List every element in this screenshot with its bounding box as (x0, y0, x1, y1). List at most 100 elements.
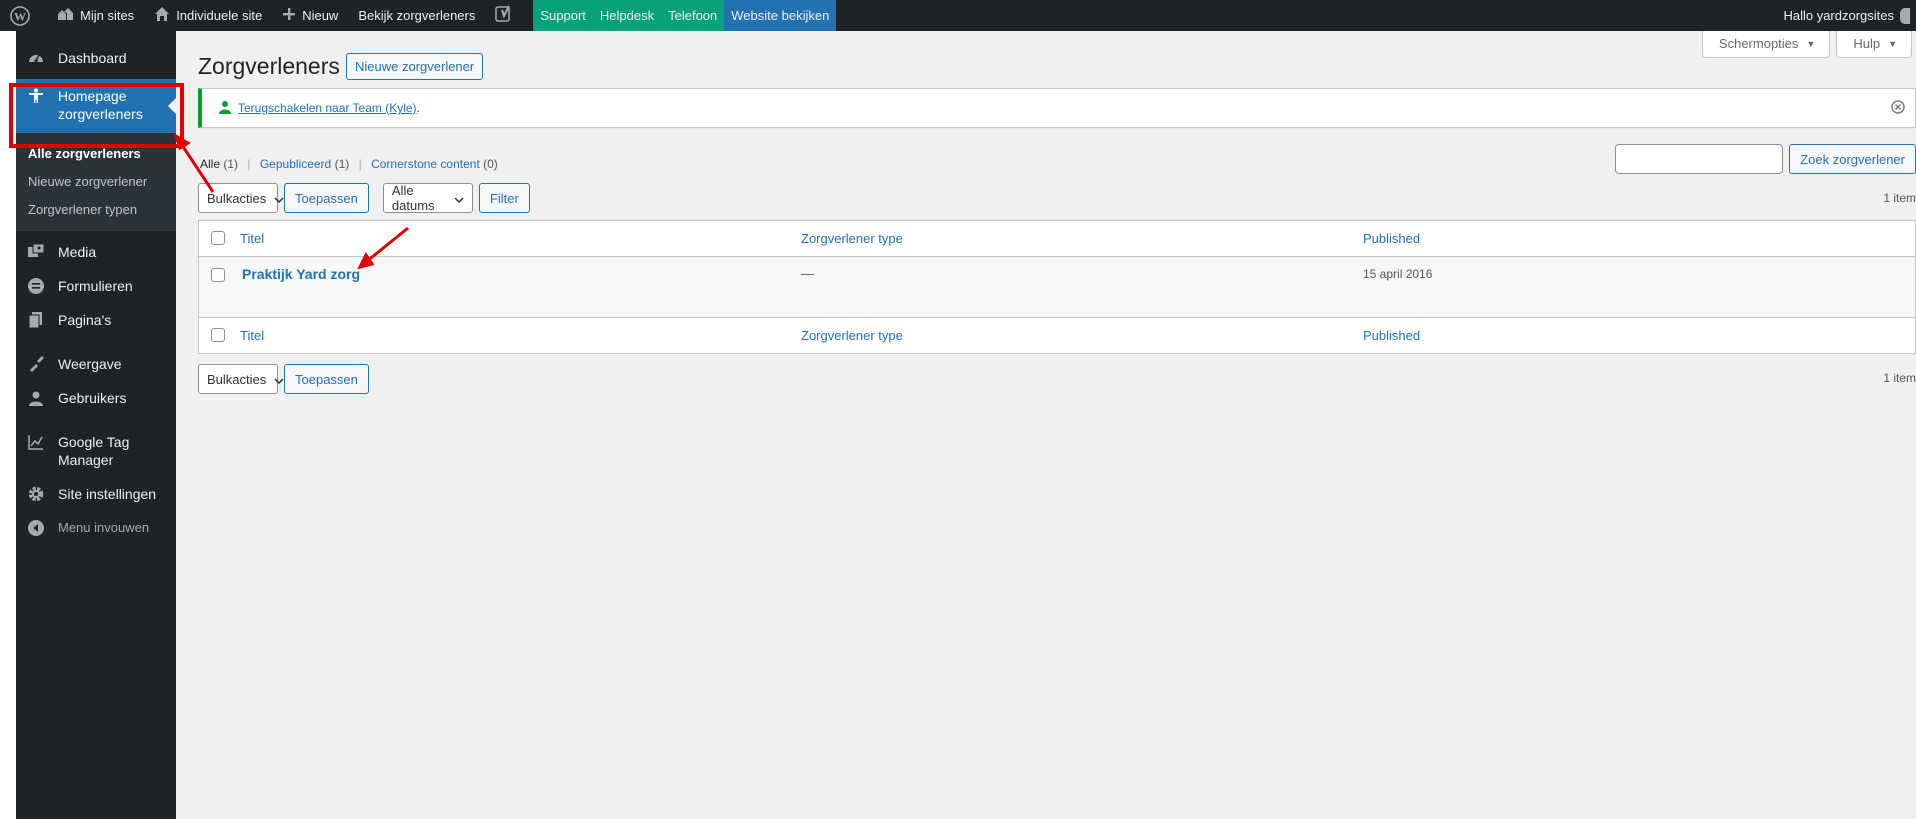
collapse-icon (26, 519, 46, 537)
tablenav-bottom: Bulkacties Toepassen (198, 364, 369, 394)
view-providers-link[interactable]: Bekijk zorgverleners (348, 0, 485, 31)
sidebar-item-forms[interactable]: Formulieren (16, 269, 176, 303)
sidebar-collapse-menu[interactable]: Menu invouwen (16, 511, 176, 545)
items-count-bottom: 1 item (1883, 371, 1916, 385)
sidebar-item-label: Gebruikers (58, 390, 127, 406)
column-title-footer[interactable]: Titel (240, 328, 264, 343)
view-website-link[interactable]: Website bekijken (724, 0, 836, 31)
sidebar-item-dashboard[interactable]: Dashboard (16, 41, 176, 75)
pages-icon (26, 311, 46, 329)
add-new-provider-button[interactable]: Nieuwe zorgverlener (346, 53, 484, 80)
individual-site-menu[interactable]: Individuele site (144, 0, 272, 31)
filter-button[interactable]: Filter (478, 183, 530, 213)
yoast-icon (495, 5, 519, 26)
apply-button-bottom[interactable]: Toepassen (284, 364, 369, 394)
phone-link[interactable]: Telefoon (661, 0, 724, 31)
column-published-header[interactable]: Published (1363, 231, 1420, 246)
chevron-down-icon (274, 191, 284, 206)
table-header-row: Titel Zorgverlener type Published (199, 221, 1915, 257)
sidebar-item-label: Dashboard (58, 50, 127, 66)
column-published-footer[interactable]: Published (1363, 328, 1420, 343)
bulk-actions-value: Bulkacties (207, 371, 267, 387)
tablenav-top: Bulkacties Toepassen Alle datums Filter (198, 183, 530, 213)
apply-button[interactable]: Toepassen (284, 183, 369, 213)
sidebar-item-label: Pagina's (58, 312, 112, 328)
user-icon (218, 100, 232, 117)
gear-icon (26, 485, 46, 503)
avatar (1900, 7, 1910, 24)
column-type-footer[interactable]: Zorgverlener type (801, 328, 903, 343)
admin-bar: W Mijn sites Individuele site Nieuw Beki… (0, 0, 1916, 31)
row-type-value: — (801, 266, 814, 281)
help-button[interactable]: Hulp ▼ (1836, 31, 1912, 58)
submenu-new-provider[interactable]: Nieuwe zorgverlener (16, 168, 176, 196)
left-margin (0, 31, 16, 819)
notice-suffix: . (416, 101, 420, 115)
sidebar-item-label: Google Tag Manager (58, 434, 130, 468)
column-type-header[interactable]: Zorgverlener type (801, 231, 903, 246)
help-label: Hulp (1853, 36, 1881, 51)
date-filter-select[interactable]: Alle datums (382, 183, 473, 213)
individual-site-label: Individuele site (176, 8, 263, 23)
sidebar-item-label: Menu invouwen (58, 520, 150, 535)
sidebar-item-users[interactable]: Gebruikers (16, 381, 176, 415)
switch-back-link[interactable]: Terugschakelen naar Team (Kyle) (238, 101, 417, 115)
search-input[interactable] (1615, 144, 1784, 174)
view-all-count: (1) (223, 157, 239, 171)
my-sites-label: Mijn sites (80, 8, 135, 23)
sidebar-item-google-tag-manager[interactable]: Google Tag Manager (16, 425, 176, 477)
bulk-actions-select[interactable]: Bulkacties (198, 183, 284, 213)
svg-text:W: W (14, 9, 26, 23)
select-all-checkbox[interactable] (211, 231, 225, 245)
users-icon (26, 389, 46, 407)
status-filter-views: Alle (1) | Gepubliceerd (1) | Cornerston… (200, 157, 498, 171)
plus-icon (282, 7, 302, 24)
select-all-checkbox-footer[interactable] (211, 328, 225, 342)
row-published-value: 15 april 2016 (1363, 267, 1433, 281)
media-icon (26, 243, 46, 261)
row-checkbox[interactable] (211, 268, 225, 282)
my-sites-icon (56, 6, 80, 25)
sidebar-item-media[interactable]: Media (16, 235, 176, 269)
my-sites-menu[interactable]: Mijn sites (46, 0, 144, 31)
new-label: Nieuw (302, 8, 339, 23)
table-row: Praktijk Yard zorg — 15 april 2016 (199, 257, 1915, 317)
search-submit-button[interactable]: Zoek zorgverlener (1789, 144, 1916, 174)
view-cornerstone-link[interactable]: Cornerstone content (371, 157, 480, 171)
annotation-highlight-box (9, 83, 184, 148)
support-link[interactable]: Support (533, 0, 593, 31)
helpdesk-link[interactable]: Helpdesk (593, 0, 661, 31)
home-icon (154, 6, 176, 25)
sidebar-item-pages[interactable]: Pagina's (16, 303, 176, 337)
account-menu[interactable]: Hallo yardzorgsites (1773, 0, 1914, 31)
chevron-down-icon (274, 372, 284, 387)
switch-back-notice: Terugschakelen naar Team (Kyle). (198, 88, 1916, 128)
sidebar-item-label: Site instellingen (58, 486, 157, 502)
date-filter-value: Alle datums (391, 183, 435, 213)
screen-options-button[interactable]: Schermopties ▼ (1701, 31, 1831, 58)
search-box: Zoek zorgverlener (1615, 144, 1916, 174)
sidebar-item-site-settings[interactable]: Site instellingen (16, 477, 176, 511)
sidebar-item-label: Formulieren (58, 278, 133, 294)
view-published-count: (1) (334, 157, 350, 171)
sidebar-item-label: Weergave (58, 356, 122, 372)
greeting-label: Hallo yardzorgsites (1783, 8, 1894, 23)
admin-sidebar: Dashboard Homepage zorgverleners Alle zo… (16, 31, 176, 819)
view-published-link[interactable]: Gepubliceerd (260, 157, 331, 171)
row-title-link[interactable]: Praktijk Yard zorg (242, 266, 360, 282)
appearance-icon (26, 355, 46, 373)
screen-meta-links: Schermopties ▼ Hulp ▼ (1696, 31, 1916, 58)
caret-down-icon: ▼ (1806, 38, 1816, 49)
sidebar-item-appearance[interactable]: Weergave (16, 347, 176, 381)
column-title-header[interactable]: Titel (240, 231, 264, 246)
caret-down-icon: ▼ (1888, 38, 1897, 49)
wordpress-logo-icon[interactable]: W (0, 0, 46, 31)
yoast-menu[interactable] (485, 0, 529, 31)
submenu-provider-types[interactable]: Zorgverlener typen (16, 196, 176, 224)
new-content-menu[interactable]: Nieuw (272, 0, 348, 31)
view-all-link[interactable]: Alle (200, 157, 220, 171)
chevron-down-icon (454, 191, 464, 206)
table-footer-row: Titel Zorgverlener type Published (199, 317, 1915, 353)
bulk-actions-select-bottom[interactable]: Bulkacties (198, 364, 284, 394)
dismiss-icon[interactable] (1891, 100, 1905, 117)
